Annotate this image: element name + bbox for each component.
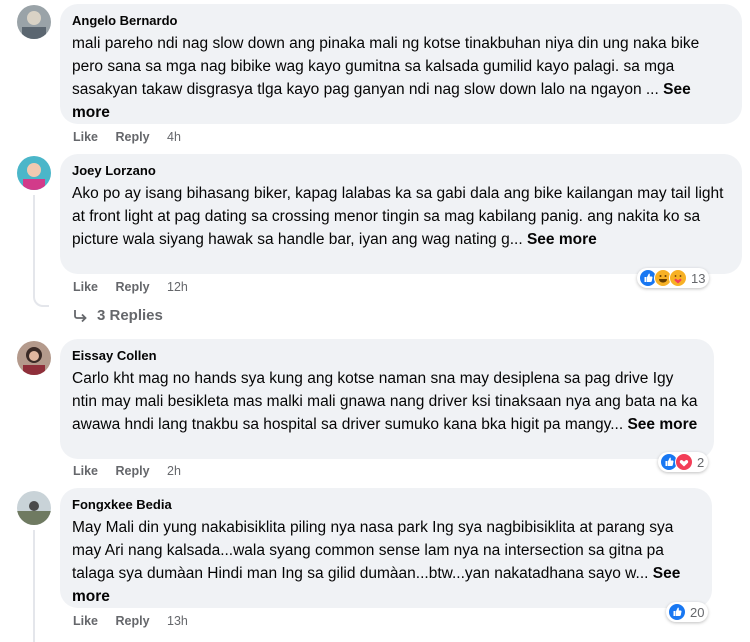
- like-button[interactable]: Like: [73, 130, 98, 144]
- reply-button[interactable]: Reply: [116, 614, 150, 628]
- comment-text: Carlo kht mag no hands sya kung ang kots…: [72, 370, 698, 433]
- avatar[interactable]: [17, 491, 51, 525]
- comment-actions: Like Reply 4h: [73, 130, 195, 144]
- reaction-count: 2: [697, 454, 705, 470]
- thread-line: [33, 530, 35, 642]
- comment-timestamp[interactable]: 13h: [167, 614, 188, 628]
- thread-line: [33, 195, 49, 307]
- comment-bubble: Fongxkee Bedia May Mali din yung nakabis…: [60, 488, 712, 608]
- comment-timestamp[interactable]: 4h: [167, 130, 181, 144]
- replies-label: 3 Replies: [97, 307, 163, 324]
- comment-bubble: Angelo Bernardo mali pareho ndi nag slow…: [60, 4, 742, 124]
- reaction-count: 20: [690, 604, 705, 620]
- comment-actions: Like Reply 13h: [73, 614, 202, 628]
- love-reaction-icon: [675, 453, 693, 471]
- comment-text: Ako po ay isang bihasang biker, kapag la…: [72, 185, 724, 248]
- like-button[interactable]: Like: [73, 464, 98, 478]
- like-button[interactable]: Like: [73, 614, 98, 628]
- comment-text: mali pareho ndi nag slow down ang pinaka…: [72, 35, 700, 121]
- comment-author[interactable]: Eissay Collen: [72, 347, 702, 364]
- care-reaction-icon: [669, 269, 687, 287]
- reaction-count: 13: [691, 270, 706, 286]
- reactions-summary[interactable]: 13: [637, 268, 710, 288]
- avatar[interactable]: [17, 5, 51, 39]
- comment-actions: Like Reply 2h: [73, 464, 195, 478]
- like-reaction-icon: [668, 603, 686, 621]
- reactions-summary[interactable]: 2: [658, 452, 709, 472]
- like-button[interactable]: Like: [73, 280, 98, 294]
- view-replies-link[interactable]: 3 Replies: [73, 307, 163, 324]
- comment-author[interactable]: Fongxkee Bedia: [72, 496, 700, 513]
- comment-author[interactable]: Angelo Bernardo: [72, 12, 730, 29]
- see-more-link[interactable]: See more: [627, 416, 697, 433]
- comment-timestamp[interactable]: 2h: [167, 464, 181, 478]
- comment-text: May Mali din yung nakabisiklita piling n…: [72, 519, 681, 605]
- see-more-link[interactable]: See more: [527, 231, 597, 248]
- comment-bubble: Eissay Collen Carlo kht mag no hands sya…: [60, 339, 714, 459]
- reply-button[interactable]: Reply: [116, 130, 150, 144]
- reply-button[interactable]: Reply: [116, 464, 150, 478]
- reply-arrow-icon: [74, 309, 87, 322]
- comment-actions: Like Reply 12h: [73, 280, 202, 294]
- reactions-summary[interactable]: 20: [666, 602, 709, 622]
- reply-button[interactable]: Reply: [116, 280, 150, 294]
- avatar[interactable]: [17, 341, 51, 375]
- comment-author[interactable]: Joey Lorzano: [72, 162, 730, 179]
- comment-bubble: Joey Lorzano Ako po ay isang bihasang bi…: [60, 154, 742, 274]
- comment-timestamp[interactable]: 12h: [167, 280, 188, 294]
- avatar[interactable]: [17, 156, 51, 190]
